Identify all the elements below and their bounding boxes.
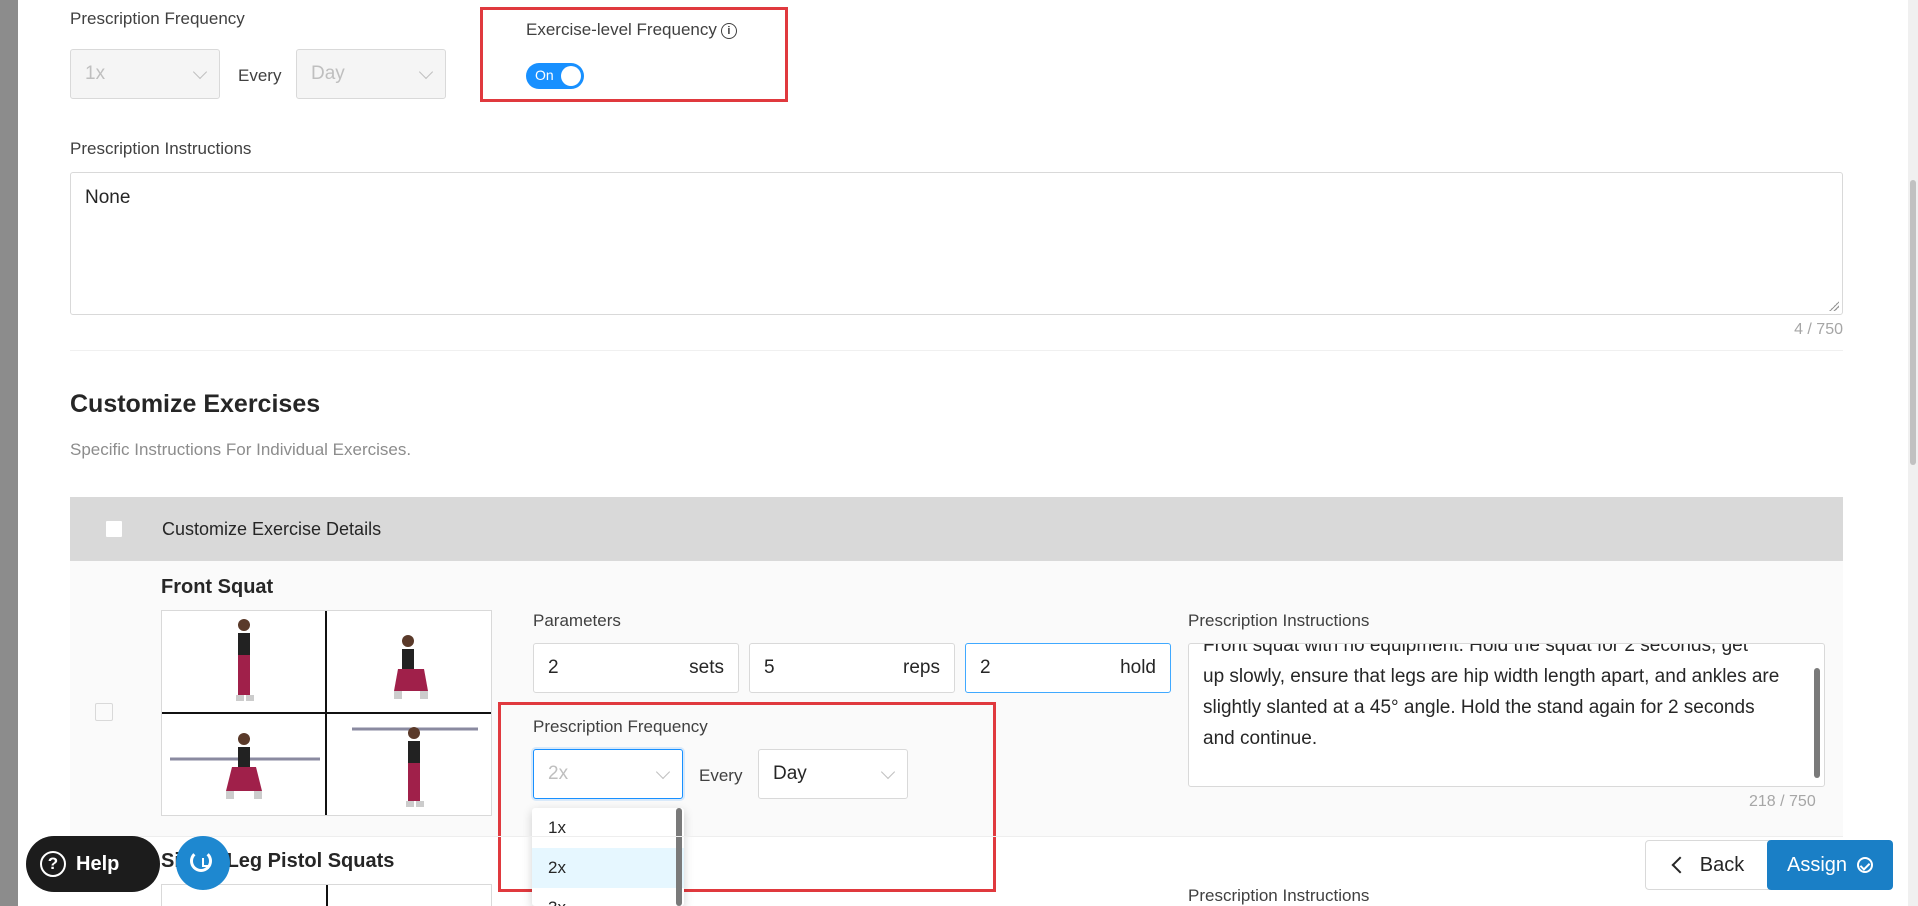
help-button[interactable]: ? Help	[26, 836, 160, 892]
exercise-instructions-counter: 218 / 750	[1749, 793, 1816, 810]
toggle-on-text: On	[535, 67, 554, 83]
exercise-frequency-label: Prescription Frequency	[533, 717, 708, 736]
exercise-name: Front Squat	[161, 576, 274, 598]
help-label: Help	[76, 852, 120, 875]
select-all-checkbox[interactable]	[105, 520, 123, 538]
info-icon[interactable]: i	[720, 23, 737, 39]
parameters-label: Parameters	[533, 611, 621, 630]
chevron-down-icon	[418, 64, 434, 80]
exercise-instructions-label: Prescription Instructions	[1188, 611, 1370, 630]
prescription-instructions-label: Prescription Instructions	[70, 139, 252, 158]
history-fab-button[interactable]	[176, 836, 230, 890]
modal-sheet: Prescription Frequency 1x Every Day Exer…	[18, 0, 1908, 906]
exercise-illustration	[162, 611, 491, 815]
table-header-label: Customize Exercise Details	[162, 519, 382, 539]
back-button[interactable]: Back	[1645, 840, 1773, 890]
exercise-instructions-partial-line: Front squat with no equipment. Hold the …	[1203, 643, 1748, 656]
hold-value: 2	[980, 657, 991, 678]
exercise-instructions-label: Prescription Instructions	[1188, 886, 1370, 905]
resize-handle-icon[interactable]	[1829, 301, 1839, 311]
exercise-frequency-period-select[interactable]: Day	[758, 749, 908, 799]
frequency-dropdown-menu: 1x 2x 3x	[532, 808, 684, 906]
frequency-period-value: Day	[311, 63, 345, 84]
dropdown-option-selected[interactable]: 2x	[532, 848, 684, 888]
frequency-period-select[interactable]: Day	[296, 49, 446, 99]
hold-unit: hold	[1120, 657, 1156, 678]
prescription-instructions-textarea[interactable]: None	[70, 172, 1843, 315]
dropdown-option[interactable]: 1x	[532, 808, 684, 848]
frequency-times-select[interactable]: 1x	[70, 49, 220, 99]
prescription-instructions-value: None	[85, 187, 131, 208]
exercise-frequency-period-value: Day	[773, 763, 807, 784]
dropdown-scrollbar[interactable]	[676, 808, 682, 906]
exercise-instructions-value: up slowly, ensure that legs are hip widt…	[1203, 666, 1780, 749]
image-divider	[326, 885, 328, 906]
reps-input[interactable]: 5 reps	[749, 643, 955, 693]
reps-value: 5	[764, 657, 775, 678]
chevron-down-icon	[192, 64, 208, 80]
exercise-level-frequency-label: Exercise-level Frequency i	[526, 20, 737, 40]
customize-exercises-subtitle: Specific Instructions For Individual Exe…	[70, 440, 412, 459]
check-circle-icon	[1857, 857, 1874, 873]
page-scrollbar-thumb[interactable]	[1910, 180, 1916, 465]
assign-button[interactable]: Assign	[1767, 840, 1893, 890]
chevron-down-icon	[655, 764, 671, 780]
customize-exercises-title: Customize Exercises	[70, 390, 321, 418]
question-circle-icon: ?	[40, 851, 66, 877]
dropdown-option[interactable]: 3x	[532, 888, 684, 906]
back-label: Back	[1699, 853, 1745, 876]
exercise-instructions-textarea[interactable]: Front squat with no equipment. Hold the …	[1188, 643, 1825, 787]
section-divider	[70, 350, 1843, 351]
textarea-scrollbar[interactable]	[1814, 668, 1820, 778]
exercise-level-frequency-toggle[interactable]: On	[526, 63, 584, 89]
chevron-left-icon	[1671, 856, 1689, 874]
every-label: Every	[699, 766, 743, 785]
row-divider	[70, 836, 1843, 837]
hold-input[interactable]: 2 hold	[965, 643, 1171, 693]
table-header: Customize Exercise Details	[70, 497, 1843, 561]
history-icon	[190, 850, 212, 872]
assign-label: Assign	[1786, 853, 1848, 876]
every-label: Every	[238, 66, 282, 85]
sets-unit: sets	[689, 657, 724, 678]
prescription-frequency-label: Prescription Frequency	[70, 9, 245, 28]
sets-input[interactable]: 2 sets	[533, 643, 739, 693]
exercise-frequency-times-select[interactable]: 2x	[533, 749, 683, 799]
exercise-row-checkbox[interactable]	[95, 703, 113, 721]
chevron-down-icon	[880, 764, 896, 780]
toggle-knob	[561, 66, 581, 86]
exercise-level-frequency-text: Exercise-level Frequency	[526, 20, 717, 39]
sets-value: 2	[548, 657, 559, 678]
reps-unit: reps	[903, 657, 940, 678]
frequency-times-value: 1x	[85, 63, 106, 84]
exercise-frequency-times-value: 2x	[548, 763, 569, 784]
instructions-char-counter: 4 / 750	[1794, 321, 1843, 338]
exercise-image	[161, 610, 492, 816]
page-scrollbar-track[interactable]	[1908, 0, 1918, 906]
